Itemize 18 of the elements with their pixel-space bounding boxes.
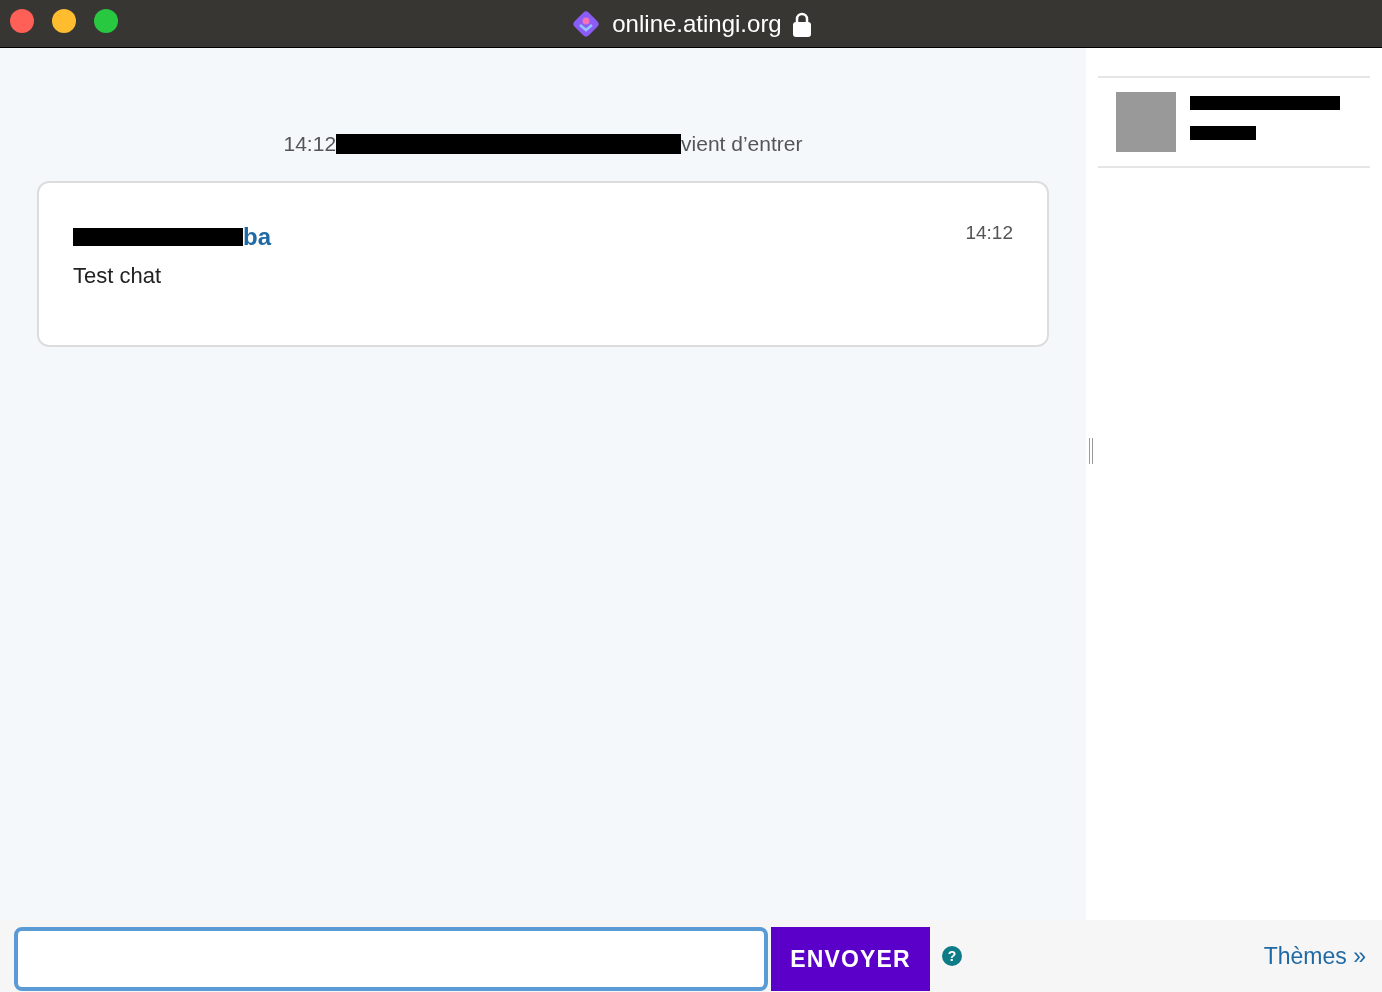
- message-input[interactable]: [14, 927, 768, 991]
- themes-link[interactable]: Thèmes »: [1263, 938, 1366, 974]
- resize-handle[interactable]: [1089, 438, 1093, 464]
- help-icon[interactable]: ?: [942, 946, 962, 966]
- event-text: vient d’entrer: [681, 131, 803, 157]
- user-card[interactable]: [1098, 76, 1370, 168]
- maximize-icon[interactable]: [94, 9, 118, 33]
- author-name[interactable]: ba: [243, 218, 271, 255]
- event-time: 14:12: [283, 131, 337, 157]
- minimize-icon[interactable]: [52, 9, 76, 33]
- avatar-placeholder: [1116, 92, 1176, 152]
- window-title: online.atingi.org: [612, 8, 782, 39]
- lock-icon: [791, 10, 812, 37]
- message-time: 14:12: [965, 220, 1013, 245]
- message-text: Test chat: [73, 261, 163, 290]
- send-button[interactable]: ENVOYER: [771, 927, 930, 991]
- close-icon[interactable]: [10, 9, 34, 33]
- redaction-bar: [1190, 126, 1256, 140]
